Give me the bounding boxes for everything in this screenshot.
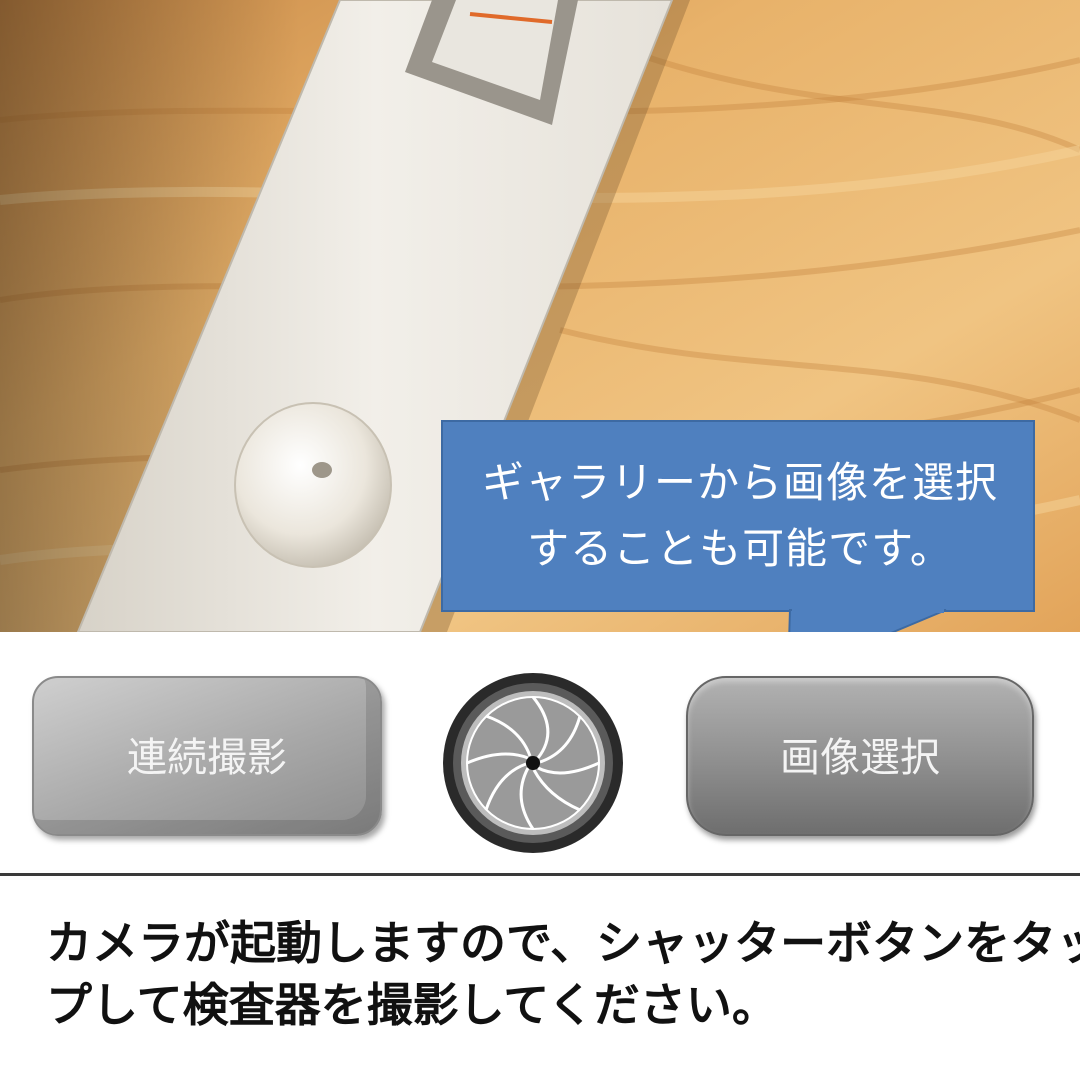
camera-controls: 連続撮影 画像選択 <box>0 632 1080 874</box>
callout-line: ギャラリーから画像を選択 <box>481 458 998 507</box>
camera-shutter-icon <box>443 673 623 853</box>
burst-shot-button[interactable]: 連続撮影 <box>32 676 382 836</box>
gallery-tip-callout: ギャラリーから画像を選択 することも可能です。 <box>441 420 1035 612</box>
callout-line: することも可能です。 <box>527 524 953 573</box>
instruction-text: カメラが起動しますので、シャッターボタンをタッ プして検査器を撮影してください。 <box>46 912 1080 1036</box>
select-image-label: 画像選択 <box>780 735 940 781</box>
instruction-line: プして検査器を撮影してください。 <box>46 978 778 1032</box>
instruction-line: カメラが起動しますので、シャッターボタンをタッ <box>46 916 1080 970</box>
burst-shot-label: 連続撮影 <box>127 735 287 781</box>
callout-text: ギャラリーから画像を選択 することも可能です。 <box>443 450 1037 582</box>
divider <box>0 873 1080 876</box>
shutter-button[interactable] <box>440 670 626 856</box>
select-image-button[interactable]: 画像選択 <box>686 676 1034 836</box>
